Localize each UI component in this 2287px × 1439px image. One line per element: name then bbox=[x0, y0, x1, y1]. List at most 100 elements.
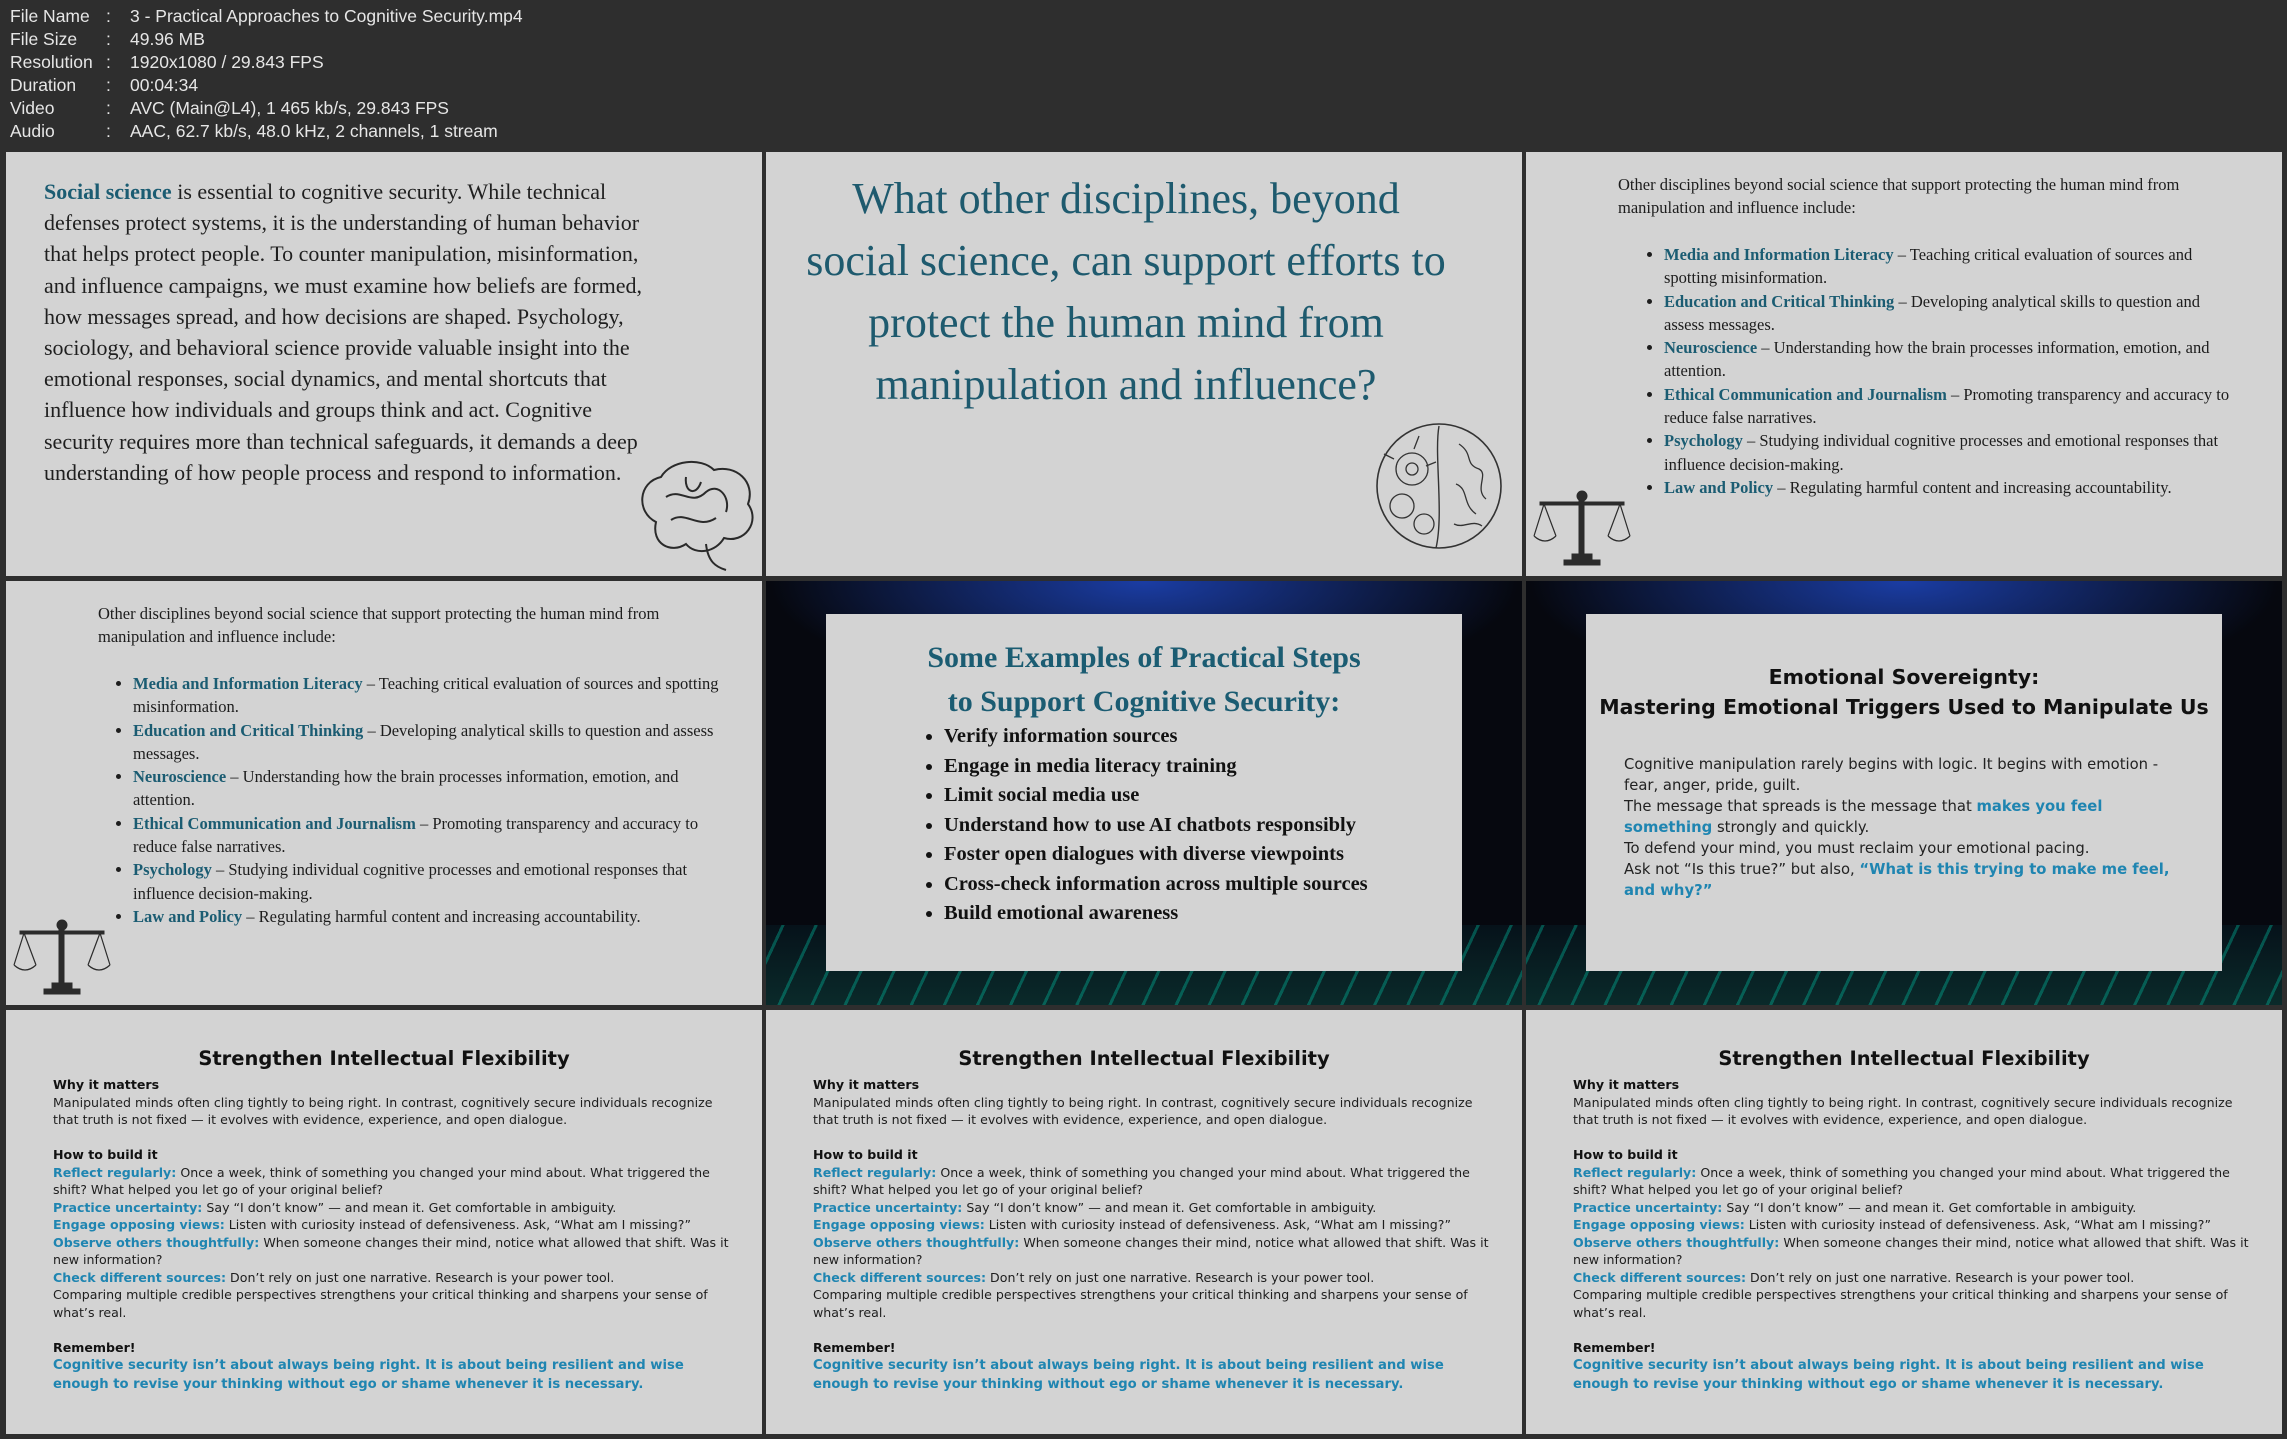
info-key: File Name bbox=[10, 6, 90, 26]
discipline-term: Media and Information Literacy bbox=[1664, 245, 1894, 264]
tip-label: Observe others thoughtfully: bbox=[1573, 1234, 1780, 1250]
tip: Check different sources: Don’t rely on j… bbox=[53, 1269, 733, 1287]
discipline-desc: – Studying individual cognitive processe… bbox=[133, 860, 688, 903]
highlight-term: Social science bbox=[44, 179, 172, 204]
slide-intellectual-flexibility: Strengthen Intellectual Flexibility Why … bbox=[6, 1010, 762, 1434]
discipline-term: Law and Policy bbox=[133, 906, 243, 926]
tip: Observe others thoughtfully: When someon… bbox=[1573, 1234, 2253, 1269]
title-line: Emotional Sovereignty: bbox=[1768, 665, 2040, 689]
discipline-term: Education and Critical Thinking bbox=[133, 720, 364, 740]
intro-text: Other disciplines beyond social science … bbox=[1618, 175, 2180, 218]
discipline-term: Education and Critical Thinking bbox=[1664, 291, 1895, 311]
discipline-term: Ethical Communication and Journalism bbox=[1664, 384, 1947, 404]
info-key: Audio bbox=[10, 121, 55, 141]
discipline-term: Media and Information Literacy bbox=[133, 674, 363, 693]
slide-text: Social science is essential to cognitive… bbox=[44, 176, 664, 488]
paragraph: Comparing multiple credible perspectives… bbox=[813, 1287, 1468, 1320]
tip-label: Check different sources: bbox=[53, 1269, 227, 1285]
media-info-panel: File Name:3 - Practical Approaches to Co… bbox=[10, 5, 523, 143]
tip-label: Practice uncertainty: bbox=[53, 1199, 203, 1215]
tip-text: Say “I don’t know” — and mean it. Get co… bbox=[962, 1199, 1377, 1215]
paragraph: Comparing multiple credible perspectives… bbox=[53, 1287, 708, 1320]
intro-text: Other disciplines beyond social science … bbox=[98, 604, 660, 647]
info-separator: : bbox=[106, 29, 111, 49]
info-value: 1920x1080 / 29.843 FPS bbox=[130, 52, 324, 72]
section-heading: Remember! bbox=[1573, 1339, 1656, 1355]
info-value: AAC, 62.7 kb/s, 48.0 kHz, 2 channels, 1 … bbox=[130, 121, 498, 141]
tip: Check different sources: Don’t rely on j… bbox=[1573, 1269, 2253, 1287]
list-item: Psychology – Studying individual cogniti… bbox=[133, 858, 728, 905]
media-info-row: File Size:49.96 MB bbox=[10, 28, 523, 51]
tip-label: Engage opposing views: bbox=[1573, 1217, 1745, 1232]
slide-question: What other disciplines, beyond social sc… bbox=[766, 152, 1522, 576]
slide-disciplines-1: Other disciplines beyond social science … bbox=[1526, 152, 2282, 576]
list-item: Understand how to use AI chatbots respon… bbox=[944, 811, 1368, 841]
tip-label: Engage opposing views: bbox=[53, 1217, 225, 1232]
media-info-row: Video: AVC (Main@L4), 1 465 kb/s, 29.843 … bbox=[10, 97, 523, 120]
justice-scale-icon bbox=[13, 919, 111, 995]
tip-text: Say “I don’t know” — and mean it. Get co… bbox=[1722, 1199, 2137, 1215]
list-item: Neuroscience – Understanding how the bra… bbox=[133, 765, 728, 812]
tip-label: Reflect regularly: bbox=[1573, 1164, 1697, 1180]
tip: Observe others thoughtfully: When someon… bbox=[813, 1234, 1493, 1269]
slide-title: Strengthen Intellectual Flexibility bbox=[958, 1047, 1330, 1070]
list-item: Media and Information Literacy – Teachin… bbox=[133, 672, 728, 719]
slide-body: Cognitive manipulation rarely begins wit… bbox=[1624, 754, 2184, 901]
info-separator: : bbox=[106, 6, 111, 26]
tip: Engage opposing views: Listen with curio… bbox=[1573, 1216, 2253, 1234]
info-key: Video bbox=[10, 98, 55, 118]
discipline-term: Law and Policy bbox=[1664, 477, 1774, 497]
section-heading: Remember! bbox=[53, 1339, 136, 1355]
slide-body: Why it matters Manipulated minds often c… bbox=[813, 1076, 1493, 1394]
tip: Reflect regularly: Once a week, think of… bbox=[53, 1164, 733, 1199]
info-value: AVC (Main@L4), 1 465 kb/s, 29.843 FPS bbox=[130, 98, 449, 118]
media-info-row: Audio: AAC, 62.7 kb/s, 48.0 kHz, 2 channe… bbox=[10, 120, 523, 143]
section-heading: How to build it bbox=[813, 1147, 918, 1162]
paragraph: Manipulated minds often cling tightly to… bbox=[53, 1094, 713, 1128]
tip-label: Observe others thoughtfully: bbox=[53, 1234, 260, 1250]
tip-text: Listen with curiosity instead of defensi… bbox=[224, 1217, 691, 1232]
content-card: Emotional Sovereignty: Mastering Emotion… bbox=[1586, 614, 2222, 971]
list-item: Foster open dialogues with diverse viewp… bbox=[944, 840, 1368, 870]
section-heading: How to build it bbox=[1573, 1147, 1678, 1162]
tip-text: Don’t rely on just one narrative. Resear… bbox=[226, 1269, 615, 1285]
paragraph: The message that spreads is the message … bbox=[1624, 796, 2184, 838]
slide-intellectual-flexibility: Strengthen Intellectual Flexibility Why … bbox=[766, 1010, 1522, 1434]
tip: Practice uncertainty: Say “I don’t know”… bbox=[53, 1199, 733, 1217]
paragraph: Cognitive manipulation rarely begins wit… bbox=[1624, 756, 2159, 794]
floral-brain-icon bbox=[1376, 423, 1502, 549]
tip-label: Reflect regularly: bbox=[813, 1164, 937, 1180]
tip: Engage opposing views: Listen with curio… bbox=[53, 1216, 733, 1234]
info-key: Duration bbox=[10, 75, 77, 95]
list-item: Education and Critical Thinking – Develo… bbox=[1664, 290, 2244, 337]
tip-text: Listen with curiosity instead of defensi… bbox=[984, 1217, 1451, 1232]
paragraph: is essential to cognitive security. Whil… bbox=[44, 179, 643, 485]
tip-text: Don’t rely on just one narrative. Resear… bbox=[986, 1269, 1375, 1285]
section-heading: Remember! bbox=[813, 1339, 896, 1355]
discipline-term: Ethical Communication and Journalism bbox=[133, 813, 416, 833]
tip-label: Practice uncertainty: bbox=[1573, 1199, 1723, 1215]
tip: Reflect regularly: Once a week, think of… bbox=[1573, 1164, 2253, 1199]
list-item: Build emotional awareness bbox=[944, 899, 1368, 929]
section-heading: How to build it bbox=[53, 1147, 158, 1162]
tip-label: Observe others thoughtfully: bbox=[813, 1234, 1020, 1250]
slide-social-science: Social science is essential to cognitive… bbox=[6, 152, 762, 576]
section-heading: Why it matters bbox=[813, 1077, 920, 1092]
slide-title: Emotional Sovereignty: Mastering Emotion… bbox=[1586, 662, 2222, 722]
list-item: Cross-check information across multiple … bbox=[944, 870, 1368, 900]
tip: Practice uncertainty: Say “I don’t know”… bbox=[1573, 1199, 2253, 1217]
tip-label: Practice uncertainty: bbox=[813, 1199, 963, 1215]
tip-label: Check different sources: bbox=[813, 1269, 987, 1285]
info-separator: : bbox=[106, 98, 111, 118]
list-item: Ethical Communication and Journalism – P… bbox=[1664, 383, 2244, 430]
paragraph: Ask not “Is this true?” but also, “What … bbox=[1624, 859, 2184, 901]
title-line: Mastering Emotional Triggers Used to Man… bbox=[1599, 695, 2209, 719]
info-value: 00:04:34 bbox=[130, 75, 199, 95]
list-item: Limit social media use bbox=[944, 781, 1368, 811]
text: Ask not “Is this true?” but also, bbox=[1624, 861, 1860, 878]
list-item: Education and Critical Thinking – Develo… bbox=[133, 719, 728, 766]
paragraph: To defend your mind, you must reclaim yo… bbox=[1624, 840, 2090, 857]
info-separator: : bbox=[106, 52, 111, 72]
paragraph: Manipulated minds often cling tightly to… bbox=[1573, 1094, 2233, 1128]
slide-practical-steps: Some Examples of Practical Steps to Supp… bbox=[766, 581, 1522, 1005]
